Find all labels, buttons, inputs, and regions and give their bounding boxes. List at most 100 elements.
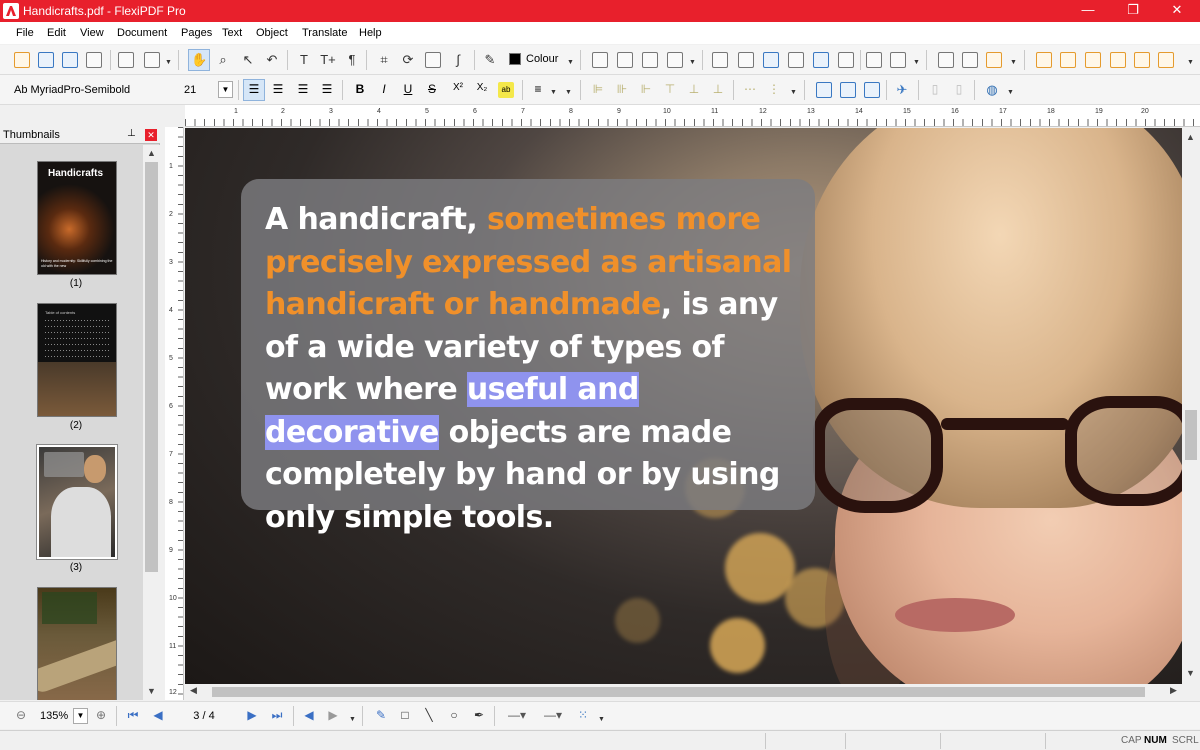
text-paragraph-icon[interactable]: ¶ xyxy=(344,52,360,68)
scroll-down-icon[interactable]: ▼ xyxy=(143,686,160,696)
scroll-left-icon[interactable]: ◀ xyxy=(185,685,202,696)
menu-view[interactable]: View xyxy=(80,27,104,39)
pin-object-icon[interactable]: ✈ xyxy=(894,82,910,98)
menu-edit[interactable]: Edit xyxy=(47,27,66,39)
rotate-image-icon[interactable]: ⟳ xyxy=(400,52,416,68)
line-spacing-icon[interactable]: ≡ xyxy=(530,82,546,96)
edit-form-icon[interactable] xyxy=(890,52,906,68)
scroll-up-icon[interactable]: ▲ xyxy=(143,148,160,158)
zoom-level-input[interactable]: 135% xyxy=(34,707,74,725)
menu-file[interactable]: File xyxy=(16,27,34,39)
chevron-down-icon[interactable]: ▼ xyxy=(689,59,696,66)
note-icon[interactable] xyxy=(1036,52,1052,68)
ellipse-icon[interactable]: ○ xyxy=(447,708,461,722)
thumbnail-page-3[interactable] xyxy=(36,444,118,560)
bold-button[interactable]: B xyxy=(352,82,368,96)
document-horizontal-scrollbar[interactable]: ◀ ▶ xyxy=(185,684,1182,700)
zoom-icon[interactable]: ⌕ xyxy=(215,52,231,68)
next-page-icon[interactable]: ▶ xyxy=(245,708,259,722)
restore-button[interactable]: ❐ xyxy=(1110,0,1156,22)
colour-label[interactable]: Colour xyxy=(526,53,558,65)
back-icon[interactable]: ◀ xyxy=(302,708,316,722)
line-width-icon[interactable]: —▾ xyxy=(540,708,566,722)
chevron-down-icon[interactable]: ▼ xyxy=(1007,89,1014,96)
align-objects-bottom-icon[interactable]: ⊥ xyxy=(710,82,726,96)
align-center-icon[interactable]: ☰ xyxy=(270,82,286,96)
justify-icon[interactable]: ☰ xyxy=(319,82,335,96)
zoom-in-icon[interactable]: ⊕ xyxy=(94,708,108,722)
chevron-down-icon[interactable]: ▼ xyxy=(598,716,605,723)
subscript-button[interactable]: X₂ xyxy=(474,82,490,93)
save-as-icon[interactable] xyxy=(62,52,78,68)
menu-object[interactable]: Object xyxy=(256,27,288,39)
form-text-icon[interactable] xyxy=(712,52,728,68)
layout-icon[interactable] xyxy=(144,52,160,68)
forward-icon[interactable]: ▶ xyxy=(326,708,340,722)
page-icon[interactable] xyxy=(592,52,608,68)
globe-icon[interactable]: ◍ xyxy=(984,82,1000,98)
edit-page-icon[interactable] xyxy=(642,52,658,68)
rectangle-icon[interactable]: □ xyxy=(398,708,412,722)
text-add-icon[interactable]: T+ xyxy=(320,52,336,68)
undo-icon[interactable]: ↶ xyxy=(264,52,280,68)
colour-swatch[interactable] xyxy=(509,53,521,65)
callout-paragraph[interactable]: A handicraft, sometimes more precisely e… xyxy=(265,199,805,539)
print-icon[interactable] xyxy=(86,52,102,68)
form-field-icon[interactable] xyxy=(738,52,754,68)
search-document-icon[interactable] xyxy=(962,52,978,68)
highlight-text-icon[interactable]: ab xyxy=(498,82,514,98)
line-style-icon[interactable]: —▾ xyxy=(504,708,530,722)
chevron-down-icon[interactable]: ▼ xyxy=(567,59,574,66)
chevron-down-icon[interactable]: ▼ xyxy=(73,708,88,724)
radio-field-icon[interactable] xyxy=(813,52,829,68)
strikethrough-button[interactable]: S xyxy=(424,82,440,96)
sign-icon[interactable] xyxy=(866,52,882,68)
previous-page-icon[interactable]: ◀ xyxy=(151,708,165,722)
crop-icon[interactable]: ⌗ xyxy=(376,52,392,68)
group-objects-icon[interactable]: ⁙ xyxy=(576,708,590,722)
distribute-horizontal-icon[interactable]: ⋯ xyxy=(742,82,758,96)
font-family-select[interactable]: Ab MyriadPro-Semibold xyxy=(4,80,174,100)
chevron-down-icon[interactable]: ▼ xyxy=(550,89,557,96)
camera-icon[interactable] xyxy=(425,52,441,68)
highlight-icon[interactable] xyxy=(1134,52,1150,68)
close-button[interactable]: ✕ xyxy=(1154,0,1200,22)
superscript-button[interactable]: X² xyxy=(450,82,466,93)
close-panel-button[interactable]: ✕ xyxy=(145,129,157,141)
zoom-out-icon[interactable]: ⊖ xyxy=(14,708,28,722)
list-field-icon[interactable] xyxy=(838,52,854,68)
document-view[interactable]: A handicraft, sometimes more precisely e… xyxy=(185,128,1182,684)
underline-button[interactable]: U xyxy=(400,82,416,96)
italic-button[interactable]: I xyxy=(376,82,392,96)
thumbnail-page-4[interactable] xyxy=(37,587,117,700)
thumbnails-scrollbar[interactable]: ▲ ▼ xyxy=(143,145,160,700)
scroll-up-icon[interactable]: ▲ xyxy=(1182,132,1199,142)
thumbnail-page-2[interactable]: Table of contents xyxy=(37,303,117,417)
save-icon[interactable] xyxy=(38,52,54,68)
chevron-down-icon[interactable]: ▼ xyxy=(349,716,356,723)
align-objects-middle-icon[interactable]: ⊥ xyxy=(686,82,702,96)
minimize-button[interactable]: — xyxy=(1065,0,1111,22)
comment-icon[interactable] xyxy=(1060,52,1076,68)
align-objects-right-icon[interactable]: ⊩ xyxy=(638,82,654,96)
page-number-input[interactable]: 3 / 4 xyxy=(180,707,228,725)
pin-icon[interactable]: ⊥ xyxy=(127,128,136,139)
chevron-down-icon[interactable]: ▼ xyxy=(565,89,572,96)
link-icon[interactable]: ∫ xyxy=(450,52,466,68)
scrollbar-thumb[interactable] xyxy=(1185,410,1197,460)
select-arrow-icon[interactable]: ↖ xyxy=(240,52,256,68)
menu-help[interactable]: Help xyxy=(359,27,382,39)
chevron-down-icon[interactable]: ▼ xyxy=(1187,59,1194,66)
chevron-down-icon[interactable]: ▼ xyxy=(913,59,920,66)
document-vertical-scrollbar[interactable]: ▲ ▼ xyxy=(1182,128,1200,684)
checkbox-field-icon[interactable] xyxy=(763,52,779,68)
scroll-down-icon[interactable]: ▼ xyxy=(1182,668,1199,678)
menu-translate[interactable]: Translate xyxy=(302,27,347,39)
eyedropper-icon[interactable]: ✎ xyxy=(482,52,498,68)
menu-pages[interactable]: Pages xyxy=(181,27,212,39)
align-objects-left-icon[interactable]: ⊫ xyxy=(590,82,606,96)
image-icon[interactable] xyxy=(986,52,1002,68)
delete-page-icon[interactable] xyxy=(667,52,683,68)
align-objects-top-icon[interactable]: ⊤ xyxy=(662,82,678,96)
scrollbar-thumb[interactable] xyxy=(212,687,1145,697)
